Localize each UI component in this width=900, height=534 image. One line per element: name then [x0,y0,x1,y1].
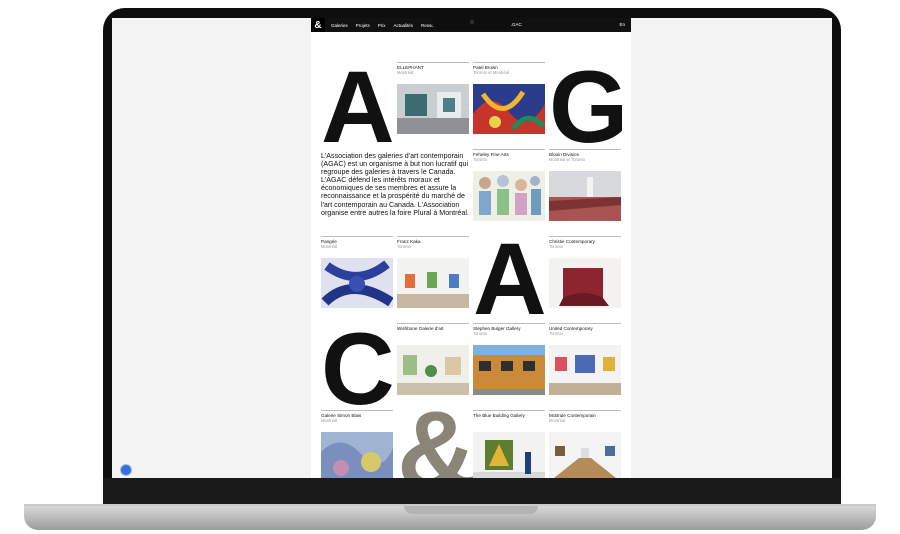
gallery-photo [473,432,545,478]
nav-link-prix[interactable]: Prix [378,23,386,28]
nav-link-actualites[interactable]: Actualités [394,23,414,28]
gallery-name: Wishbone Galerie d'art [397,326,444,331]
gallery-city: Toronto [549,244,563,249]
gallery-photo [473,345,545,395]
help-bubble-icon[interactable] [120,464,132,476]
gallery-card[interactable]: Pangée Montréal [321,236,393,314]
gallery-photo [473,171,545,221]
gallery-photo [321,258,393,308]
gallery-card[interactable]: Franz Kaka Toronto [397,236,469,314]
letter-a: A [473,222,547,336]
nav-link-galeries[interactable]: Galeries [331,23,348,28]
gallery-card[interactable]: Feheley Fine Arts Toronto [473,149,545,227]
nav-link-projets[interactable]: Projets [356,23,370,28]
nav-links: Galeries Projets Prix Actualités Ressour… [331,23,445,28]
gallery-card[interactable]: Christie Contemporary Toronto [549,236,621,314]
gallery-photo [397,345,469,395]
gallery-photo [549,432,621,478]
gallery-city: Montréal [321,244,338,249]
browser-viewport: & Galeries Projets Prix Actualités Resso… [112,18,832,478]
gallery-photo [549,345,621,395]
gallery-card[interactable]: Stephen Bulger Gallery Toronto [473,323,545,401]
gallery-card[interactable]: United Contemporary Toronto [549,323,621,401]
camera-notch [432,16,512,30]
gallery-photo [549,258,621,308]
agac-website: & Galeries Projets Prix Actualités Resso… [311,18,631,478]
ampersand-logo: & [397,389,477,479]
gallery-city: Montréal [397,70,414,75]
gallery-city: Toronto [397,244,411,249]
association-description: L'Association des galeries d'art contemp… [321,152,469,217]
gallery-city: Montréal [321,418,338,423]
language-toggle[interactable]: En [619,22,625,27]
gallery-city: Toronto [549,331,563,336]
camera-icon [470,20,474,24]
letter-a: A [321,50,395,164]
gallery-photo [397,258,469,308]
gallery-card[interactable]: Galerie Simon Blais Montréal [321,410,393,478]
gallery-city: Toronto [473,331,487,336]
gallery-photo [321,432,393,478]
gallery-photo [397,84,469,134]
gallery-city: Montréal et Toronto [549,157,586,162]
letter-c: C [321,312,395,426]
gallery-card[interactable]: ELLEPHANT Montréal [397,62,469,140]
gallery-city: Toronto [473,157,487,162]
gallery-city: Montréal [549,418,566,423]
gallery-name: The Blue Building Gallery [473,413,525,418]
gallery-city: Toronto et Montréal [473,70,510,75]
gallery-photo [473,84,545,134]
gallery-card[interactable]: The Blue Building Gallery [473,410,545,478]
gallery-photo [549,171,621,221]
gallery-card[interactable]: Patel Brown Toronto et Montréal [473,62,545,140]
site-logo[interactable]: & [311,18,325,32]
gallery-card[interactable]: McBride Contemporain Montréal [549,410,621,478]
laptop-thumb-notch [404,506,538,514]
letter-g: G [549,50,629,164]
gallery-card[interactable]: Blouin Division Montréal et Toronto [549,149,621,227]
